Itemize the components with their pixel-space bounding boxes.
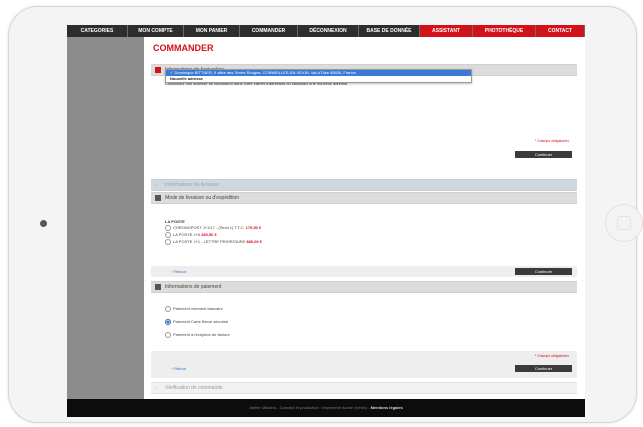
payment-option[interactable]: Paiement à réception de facture: [165, 332, 230, 338]
home-button[interactable]: [605, 204, 643, 242]
checkout-content: COMMANDER Informations de facturation Ch…: [151, 37, 577, 400]
chevron-right-icon: ›: [155, 385, 157, 391]
payment-option-label: Paiement virement bancaire: [173, 306, 223, 312]
payment-panel: Paiement virement bancaire Paiement Cart…: [151, 293, 577, 351]
camera-dot: [40, 220, 47, 227]
footer: Atelier Ulisséra - Concept et production…: [67, 399, 585, 417]
shipping-back-link[interactable]: ↑ Retour: [171, 269, 186, 274]
expand-icon: [155, 67, 161, 73]
shipping-option-price: 280,50 €: [201, 232, 217, 238]
billing-address-dropdown[interactable]: ✓ Dominique BITTNER, 9 allée des Terres …: [165, 69, 472, 83]
back-label: Retour: [174, 269, 187, 274]
payment-section-header[interactable]: Informations de paiement: [151, 281, 577, 293]
radio-button[interactable]: [165, 232, 171, 238]
legal-notice-link[interactable]: Mentions légales: [371, 405, 403, 410]
left-sidebar: [67, 37, 144, 400]
review-section-header[interactable]: › Vérification de commande: [151, 382, 577, 394]
payment-option-selected[interactable]: Paiement Carte Bleue sécurisé: [165, 319, 228, 325]
nav-mon-compte[interactable]: MON COMPTE: [128, 25, 184, 37]
required-fields-note: * Champs obligatoires: [534, 354, 569, 358]
nav-contact[interactable]: CONTACT: [536, 25, 585, 37]
shipping-actions-bar: [151, 266, 577, 277]
shipping-continue-button[interactable]: Continuer: [515, 268, 572, 275]
address-option-label: Dominique BITTNER, 9 allée des Terres Ro…: [174, 70, 356, 75]
shipping-option[interactable]: CHRONOPOST J+1/17 - (Seuil 1) T.T.C. 179…: [165, 225, 261, 231]
payment-option-label: Paiement Carte Bleue sécurisé: [173, 319, 229, 325]
shipping-option-label: LA POSTE J+1 - LETTRE PRIORITAIRE: [173, 239, 246, 245]
radio-button[interactable]: [165, 332, 171, 338]
billing-continue-button[interactable]: Continuer: [515, 151, 572, 158]
shipping-method-panel: LA POSTE CHRONOPOST J+1/17 - (Seuil 1) T…: [151, 204, 577, 268]
nav-base-de-donnee[interactable]: BASE DE DONNÉE: [359, 25, 420, 37]
radio-button-selected[interactable]: [165, 319, 171, 325]
footer-credits: Atelier Ulisséra - Concept et production…: [249, 405, 370, 410]
nav-mon-panier[interactable]: MON PANIER: [184, 25, 240, 37]
billing-panel: Choisissez une adresse de facturation da…: [151, 76, 577, 151]
payment-option-label: Paiement à réception de facture: [173, 332, 230, 338]
review-section-title: Vérification de commande: [165, 385, 223, 391]
chevron-right-icon: ›: [155, 182, 157, 188]
radio-button[interactable]: [165, 239, 171, 245]
shipping-option[interactable]: LA POSTE J+6 280,50 €: [165, 232, 217, 238]
payment-option[interactable]: Paiement virement bancaire: [165, 306, 223, 312]
shipping-option-label: CHRONOPOST J+1/17 - (Seuil 1) T.T.C.: [173, 225, 245, 231]
nav-categories[interactable]: CATEGORIES: [67, 25, 128, 37]
payment-back-link[interactable]: ↑ Retour: [171, 366, 186, 371]
shipping-option[interactable]: LA POSTE J+1 - LETTRE PRIORITAIRE 880,69…: [165, 239, 262, 245]
radio-button[interactable]: [165, 225, 171, 231]
shipping-info-section-title: Informations de livraison: [165, 182, 220, 188]
back-label: Retour: [174, 366, 187, 371]
shipping-option-price: 179,50 €: [245, 225, 262, 231]
new-address-option[interactable]: Nouvelle adresse: [166, 76, 471, 82]
web-page: CATEGORIES MON COMPTE MON PANIER COMMAND…: [67, 25, 585, 417]
expand-icon: [155, 195, 161, 201]
page-title: COMMANDER: [153, 43, 214, 53]
nav-commander[interactable]: COMMANDER: [240, 25, 298, 37]
required-fields-note: * Champs obligatoires: [534, 139, 569, 143]
shipping-method-section-header[interactable]: Mode de livraison ou d'expédition: [151, 192, 577, 204]
shipping-method-section-title: Mode de livraison ou d'expédition: [165, 195, 240, 201]
payment-continue-button[interactable]: Continuer: [515, 365, 572, 372]
payment-actions-bar: [151, 351, 577, 378]
carrier-name: LA POSTE: [165, 219, 185, 224]
radio-button[interactable]: [165, 306, 171, 312]
nav-phototheque[interactable]: PHOTOTHÈQUE: [473, 25, 536, 37]
shipping-option-price: 880,69 €: [246, 239, 262, 245]
nav-assistant[interactable]: ASSISTANT: [420, 25, 473, 37]
shipping-option-label: LA POSTE J+6: [173, 232, 201, 238]
top-navigation: CATEGORIES MON COMPTE MON PANIER COMMAND…: [67, 25, 585, 37]
payment-section-title: Informations de paiement: [165, 284, 222, 290]
nav-deconnexion[interactable]: DÉCONNEXION: [298, 25, 359, 37]
shipping-info-section-header[interactable]: › Informations de livraison: [151, 179, 577, 191]
expand-icon: [155, 284, 161, 290]
